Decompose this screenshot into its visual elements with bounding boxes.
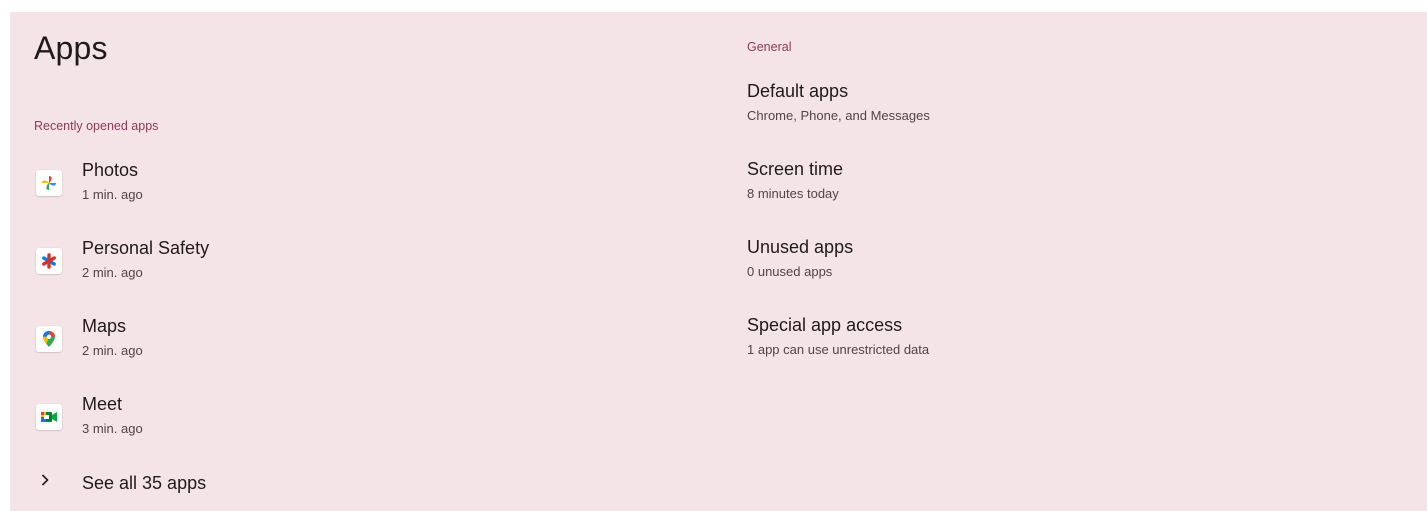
apps-settings-panel: Apps Recently opened apps Photos 1 min. … bbox=[10, 12, 1427, 511]
setting-summary: 0 unused apps bbox=[747, 264, 833, 279]
maps-pin-icon bbox=[36, 326, 62, 352]
meet-camera-icon bbox=[36, 404, 62, 430]
see-all-apps-button[interactable]: See all 35 apps bbox=[10, 467, 710, 501]
see-all-apps-label: See all 35 apps bbox=[82, 473, 207, 493]
setting-title: Unused apps bbox=[747, 237, 854, 257]
setting-title: Special app access bbox=[747, 315, 903, 335]
app-item-personal-safety[interactable]: Personal Safety 2 min. ago bbox=[10, 238, 710, 316]
app-name: Personal Safety bbox=[82, 238, 210, 258]
unused-apps-item[interactable]: Unused apps 0 unused apps bbox=[747, 237, 1407, 303]
app-last-opened: 2 min. ago bbox=[82, 265, 143, 280]
chevron-right-icon bbox=[41, 474, 49, 486]
setting-title: Screen time bbox=[747, 159, 844, 179]
app-name: Meet bbox=[82, 394, 123, 414]
app-name: Maps bbox=[82, 316, 127, 336]
recently-opened-header: Recently opened apps bbox=[34, 119, 159, 133]
app-item-photos[interactable]: Photos 1 min. ago bbox=[10, 160, 710, 238]
setting-summary: Chrome, Phone, and Messages bbox=[747, 108, 930, 123]
photos-pinwheel-icon bbox=[36, 170, 62, 196]
app-item-meet[interactable]: Meet 3 min. ago bbox=[10, 394, 710, 472]
setting-summary: 8 minutes today bbox=[747, 186, 839, 201]
default-apps-item[interactable]: Default apps Chrome, Phone, and Messages bbox=[747, 81, 1407, 147]
page-title: Apps bbox=[34, 30, 108, 66]
special-app-access-item[interactable]: Special app access 1 app can use unrestr… bbox=[747, 315, 1407, 381]
setting-title: Default apps bbox=[747, 81, 849, 101]
screen-time-item[interactable]: Screen time 8 minutes today bbox=[747, 159, 1407, 225]
personal-safety-asterisk-icon bbox=[36, 248, 62, 274]
general-header: General bbox=[747, 40, 792, 54]
app-last-opened: 3 min. ago bbox=[82, 421, 143, 436]
app-name: Photos bbox=[82, 160, 139, 180]
app-last-opened: 1 min. ago bbox=[82, 187, 143, 202]
app-last-opened: 2 min. ago bbox=[82, 343, 143, 358]
setting-summary: 1 app can use unrestricted data bbox=[747, 342, 930, 357]
app-item-maps[interactable]: Maps 2 min. ago bbox=[10, 316, 710, 394]
